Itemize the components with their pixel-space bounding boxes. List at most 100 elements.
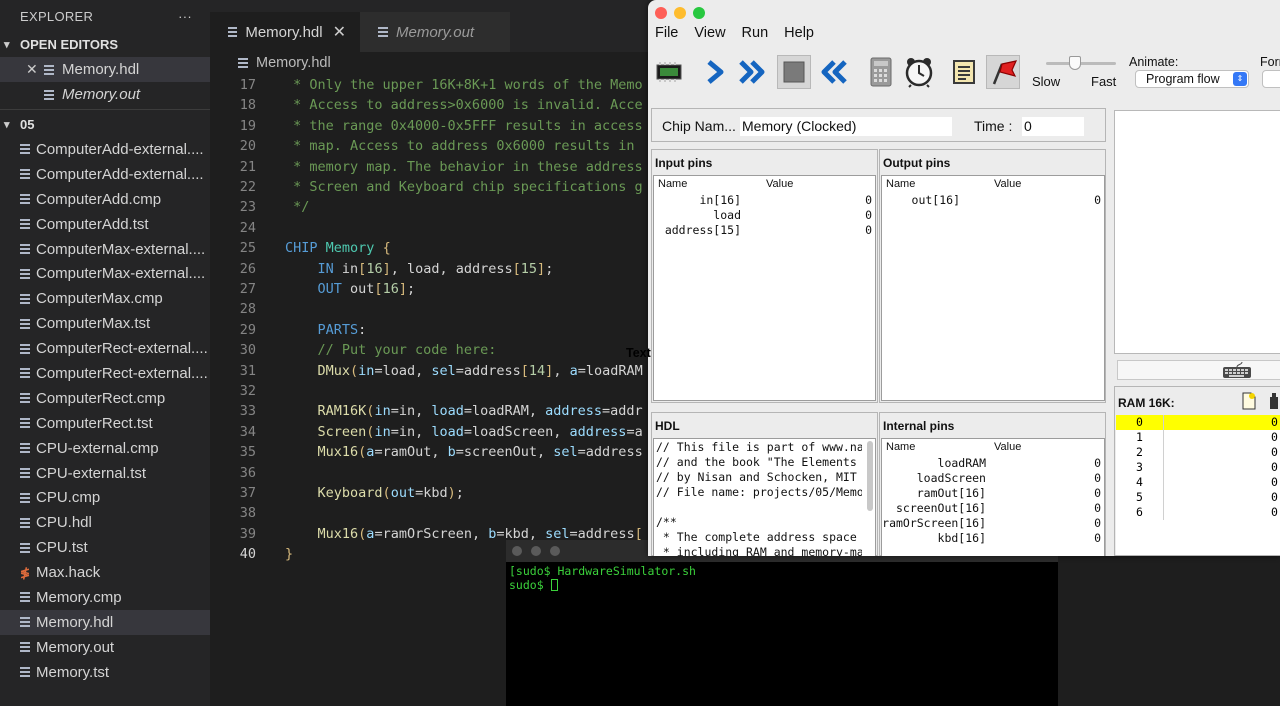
pin-value[interactable]: 0 <box>1094 486 1101 500</box>
file-tree-item[interactable]: ComputerRect.tst <box>0 411 210 436</box>
file-tree-item[interactable]: ComputerMax-external.... <box>0 237 210 262</box>
close-icon[interactable]: ✕ <box>26 61 44 78</box>
ram-value[interactable]: 0 <box>1271 430 1278 444</box>
tab-memory-out[interactable]: Memory.out <box>360 12 510 52</box>
speed-slider-knob[interactable] <box>1069 56 1081 70</box>
slow-label: Slow <box>1032 74 1061 89</box>
internal-pins-table[interactable]: Name Value loadRAM 0 loadScreen 0 ramOut[16]… <box>881 438 1105 556</box>
file-tree-item[interactable]: Memory.tst <box>0 660 210 685</box>
speed-slider-track[interactable] <box>1046 62 1116 65</box>
more-actions-icon[interactable]: ··· <box>178 9 192 24</box>
terminal-window[interactable]: [sudo$ HardwareSimulator.sh sudo$ <box>506 540 1058 706</box>
pin-value[interactable]: 0 <box>865 193 872 207</box>
zoom-button[interactable] <box>550 546 560 556</box>
clear-icon[interactable] <box>1267 392 1280 410</box>
breakpoint-button[interactable] <box>986 55 1020 89</box>
close-button[interactable] <box>512 546 522 556</box>
minimize-button[interactable] <box>674 7 686 19</box>
open-editor-item[interactable]: Memory.out <box>0 82 210 107</box>
script-button[interactable] <box>947 55 981 89</box>
chip-name-field[interactable]: Memory (Clocked) <box>740 117 952 136</box>
file-tree-item[interactable]: ComputerAdd-external.... <box>0 162 210 187</box>
load-chip-button[interactable] <box>652 55 686 89</box>
file-tree-item[interactable]: CPU.tst <box>0 535 210 560</box>
keyboard-field[interactable] <box>1117 360 1280 380</box>
file-tree-item[interactable]: ComputerMax.tst <box>0 311 210 336</box>
stop-icon <box>783 61 805 83</box>
ram-value[interactable]: 0 <box>1271 415 1278 429</box>
reset-button[interactable] <box>816 55 850 89</box>
close-icon[interactable]: ✕ <box>333 22 346 42</box>
pin-value[interactable]: 0 <box>1094 456 1101 470</box>
file-tree-item[interactable]: Memory.out <box>0 635 210 660</box>
file-tree-item[interactable]: ≸ Max.hack <box>0 560 210 585</box>
ram-value[interactable]: 0 <box>1271 490 1278 504</box>
file-tree-item[interactable]: ComputerAdd.cmp <box>0 187 210 212</box>
file-icon <box>228 27 238 37</box>
output-pins-table[interactable]: Name Value out[16] 0 <box>881 175 1105 401</box>
close-button[interactable] <box>655 7 667 19</box>
ram-row[interactable]: 50 <box>1116 490 1280 505</box>
menu-view[interactable]: View <box>694 25 725 49</box>
breadcrumb[interactable]: Memory.hdl <box>210 52 650 74</box>
file-tree-item[interactable]: ComputerRect-external.... <box>0 361 210 386</box>
hdl-text-area[interactable]: // This file is part of www.nand// and t… <box>653 438 876 556</box>
pin-value[interactable]: 0 <box>1094 193 1101 207</box>
file-tree-item[interactable]: ComputerMax.cmp <box>0 286 210 311</box>
ram-value[interactable]: 0 <box>1271 445 1278 459</box>
file-tree-item[interactable]: ComputerRect-external.... <box>0 336 210 361</box>
file-tree-item[interactable]: CPU.cmp <box>0 485 210 510</box>
hdl-scrollbar[interactable] <box>867 441 873 511</box>
pin-value[interactable]: 0 <box>1094 531 1101 545</box>
file-tree-item[interactable]: ComputerAdd-external.... <box>0 137 210 162</box>
name-header: Name <box>658 178 688 190</box>
time-field[interactable]: 0 <box>1022 117 1084 136</box>
ram-row[interactable]: 00 <box>1116 415 1280 430</box>
ram-value[interactable]: 0 <box>1271 505 1278 519</box>
pin-value[interactable]: 0 <box>1094 471 1101 485</box>
zoom-button[interactable] <box>693 7 705 19</box>
open-editor-item[interactable]: ✕ Memory.hdl <box>0 57 210 82</box>
file-icon <box>20 542 30 553</box>
file-tree-item[interactable]: Memory.cmp <box>0 585 210 610</box>
terminal-cursor <box>550 579 558 591</box>
file-tree-item[interactable]: ComputerAdd.tst <box>0 212 210 237</box>
pin-value[interactable]: 0 <box>865 208 872 222</box>
menu-help[interactable]: Help <box>784 25 814 49</box>
file-tree-item[interactable]: CPU-external.tst <box>0 461 210 486</box>
file-label: Memory.out <box>36 638 115 656</box>
file-tree-item[interactable]: ComputerRect.cmp <box>0 386 210 411</box>
file-tree-item[interactable]: Memory.hdl <box>0 609 210 635</box>
input-pins-table[interactable]: Name Value in[16] 0 load 0 address[15] 0 <box>653 175 876 401</box>
pin-value[interactable]: 0 <box>865 223 872 237</box>
ram-value[interactable]: 0 <box>1271 475 1278 489</box>
ram-table[interactable]: 00102030405060 <box>1116 415 1280 555</box>
single-step-button[interactable] <box>698 55 732 89</box>
stop-button[interactable] <box>777 55 811 89</box>
run-button[interactable] <box>736 55 770 89</box>
ram-value[interactable]: 0 <box>1271 460 1278 474</box>
tick-tock-button[interactable] <box>902 55 936 89</box>
file-tree-item[interactable]: CPU-external.cmp <box>0 436 210 461</box>
ram-row[interactable]: 40 <box>1116 475 1280 490</box>
file-tree-item[interactable]: CPU.hdl <box>0 510 210 535</box>
file-icon <box>20 443 30 454</box>
minimize-button[interactable] <box>531 546 541 556</box>
folder-05[interactable]: ▾ 05 <box>0 112 210 137</box>
pin-value[interactable]: 0 <box>1094 516 1101 530</box>
tab-memory-hdl[interactable]: Memory.hdl ✕ <box>210 12 360 52</box>
ram-row[interactable]: 10 <box>1116 430 1280 445</box>
menu-run[interactable]: Run <box>742 25 769 49</box>
pin-value[interactable]: 0 <box>1094 501 1101 515</box>
file-tree-item[interactable]: ComputerMax-external.... <box>0 261 210 286</box>
ram-row[interactable]: 20 <box>1116 445 1280 460</box>
load-file-icon[interactable] <box>1241 392 1257 410</box>
open-editors-section[interactable]: ▾ OPEN EDITORS <box>0 32 210 57</box>
animate-select[interactable]: Program flow ⇕ <box>1135 70 1249 88</box>
format-select[interactable] <box>1262 70 1280 88</box>
eval-button[interactable] <box>864 55 898 89</box>
name-header: Name <box>886 441 916 453</box>
ram-row[interactable]: 60 <box>1116 505 1280 520</box>
menu-file[interactable]: File <box>655 25 678 49</box>
ram-row[interactable]: 30 <box>1116 460 1280 475</box>
